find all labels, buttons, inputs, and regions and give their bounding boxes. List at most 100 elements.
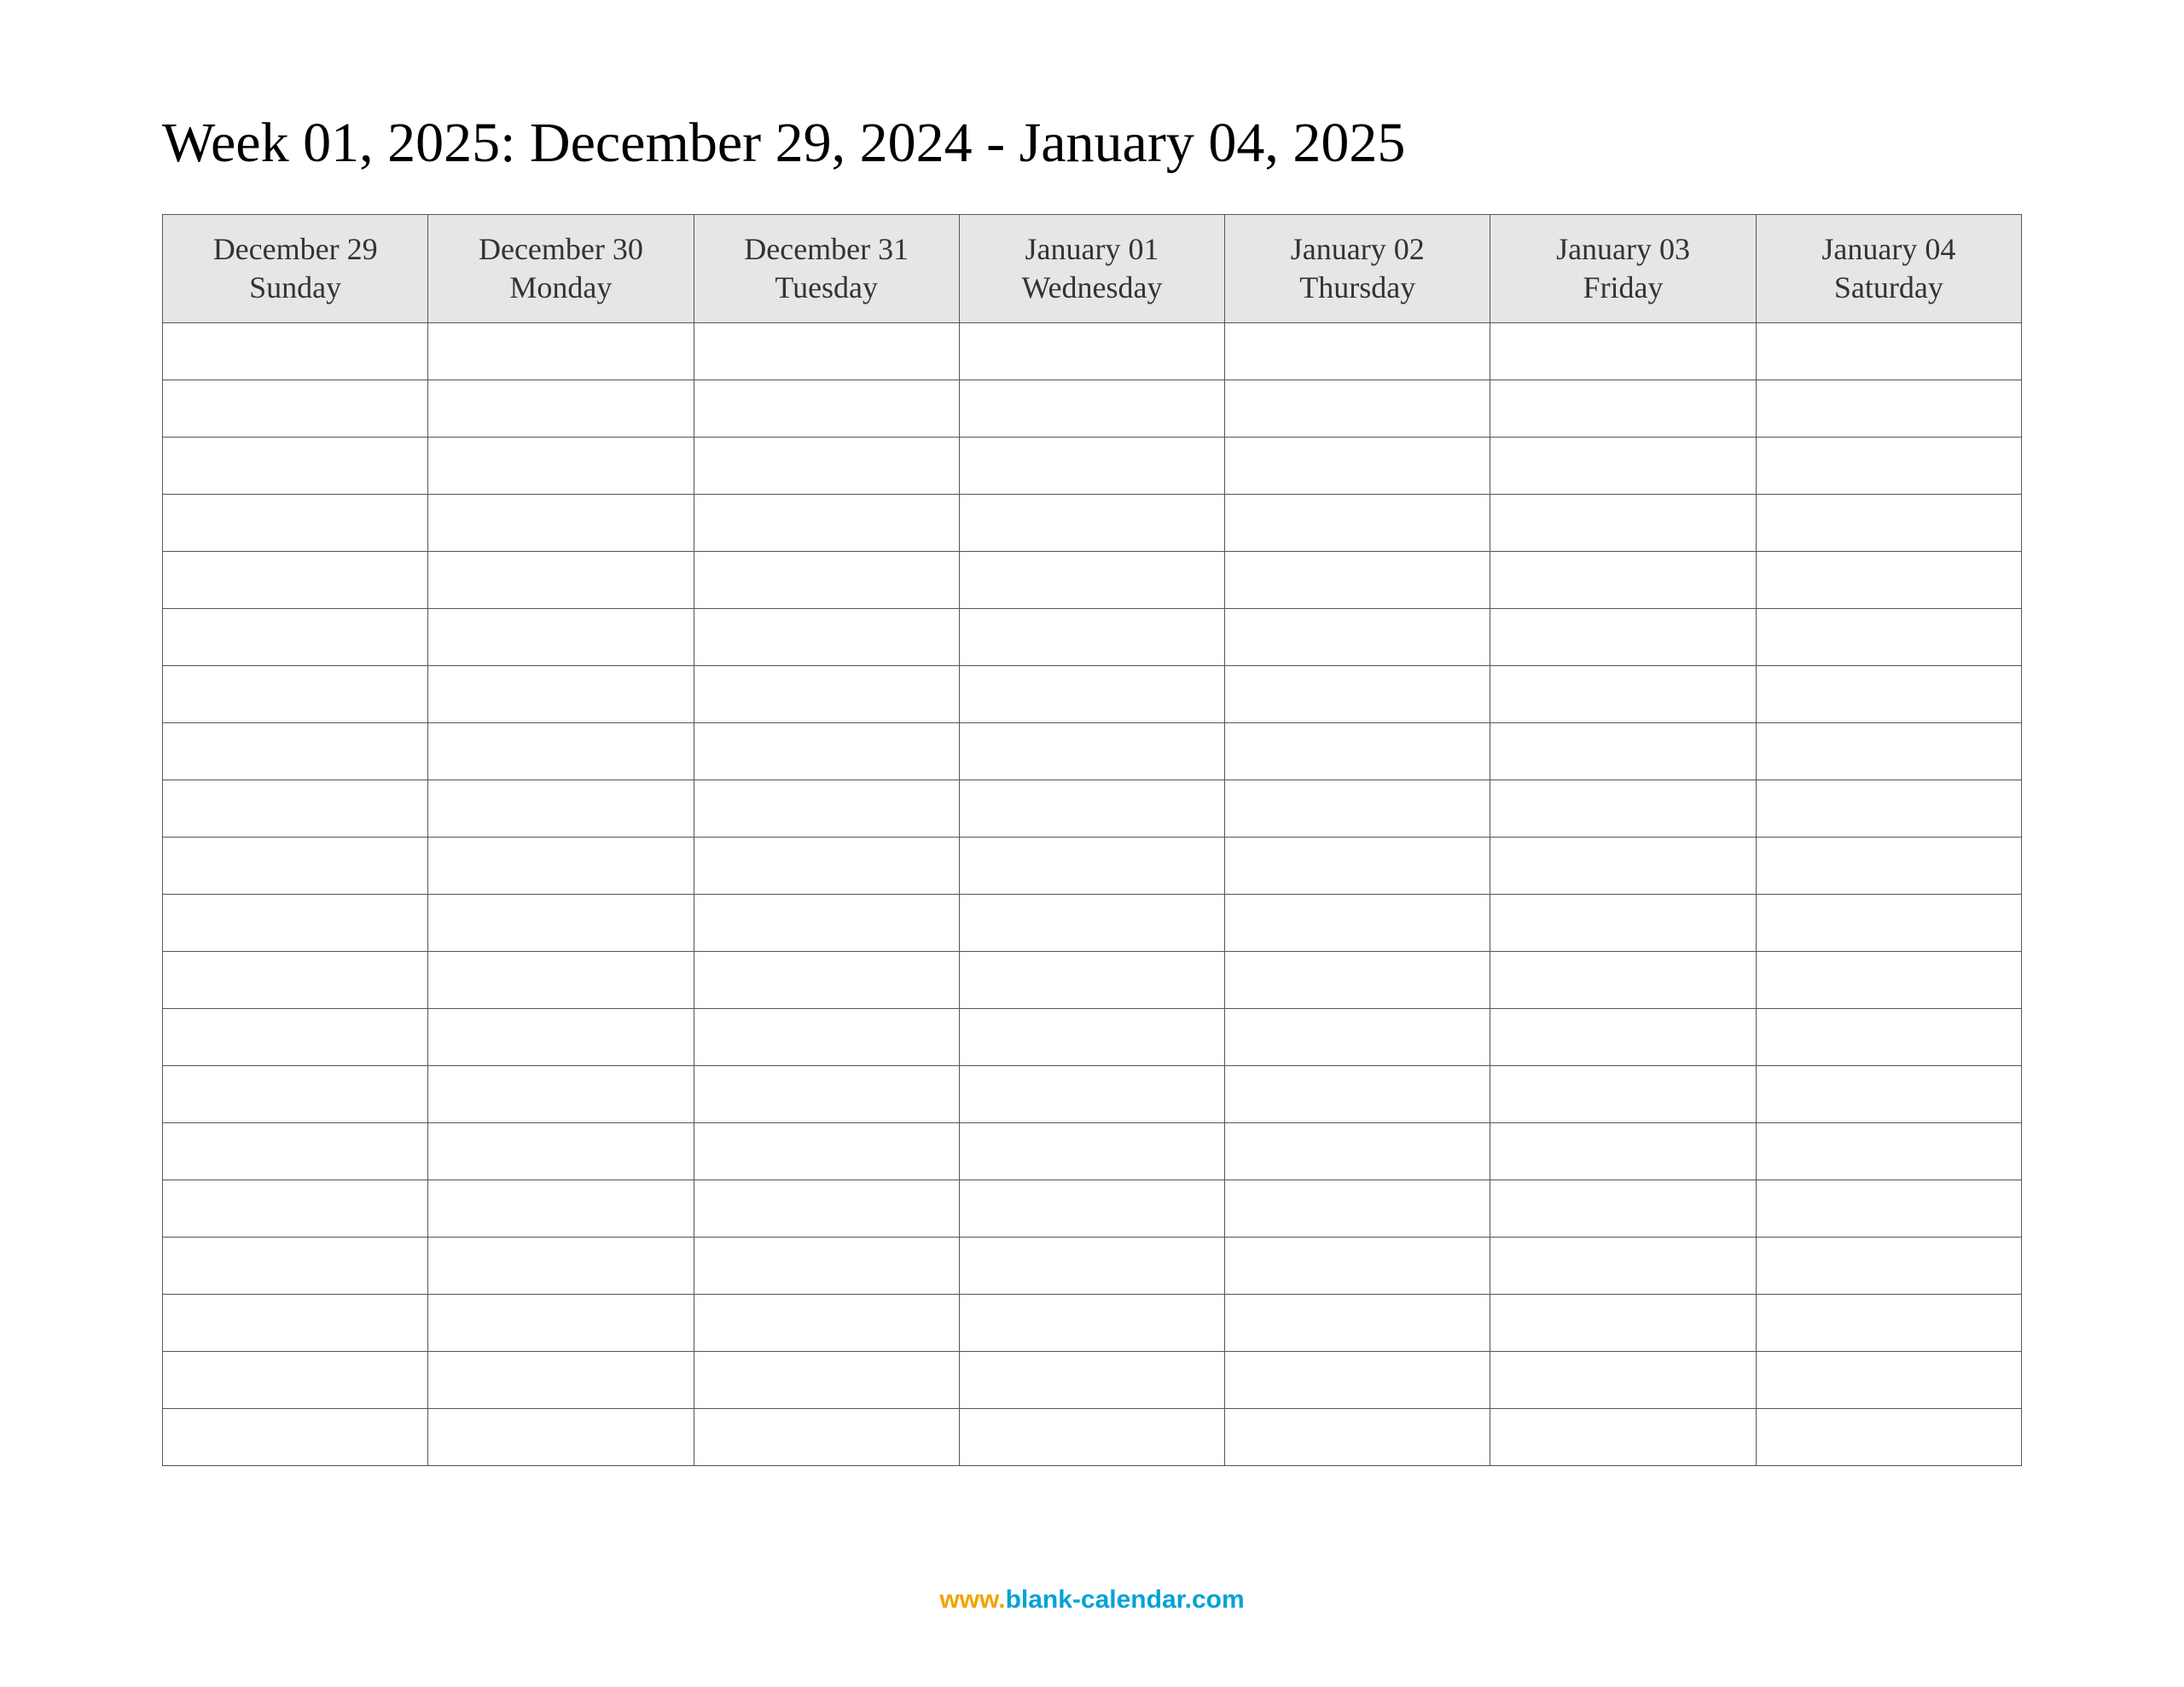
calendar-cell[interactable] — [428, 723, 694, 780]
calendar-cell[interactable] — [694, 952, 959, 1009]
calendar-cell[interactable] — [694, 495, 959, 552]
calendar-cell[interactable] — [1490, 495, 1756, 552]
calendar-cell[interactable] — [694, 1009, 959, 1066]
calendar-cell[interactable] — [428, 1238, 694, 1295]
calendar-cell[interactable] — [1225, 438, 1490, 495]
calendar-cell[interactable] — [1225, 1066, 1490, 1123]
calendar-cell[interactable] — [163, 952, 428, 1009]
calendar-cell[interactable] — [163, 1009, 428, 1066]
calendar-cell[interactable] — [1490, 1409, 1756, 1466]
calendar-cell[interactable] — [1756, 1409, 2021, 1466]
calendar-cell[interactable] — [1490, 1180, 1756, 1238]
calendar-cell[interactable] — [1490, 723, 1756, 780]
calendar-cell[interactable] — [694, 1123, 959, 1180]
calendar-cell[interactable] — [959, 1352, 1224, 1409]
calendar-cell[interactable] — [959, 1409, 1224, 1466]
calendar-cell[interactable] — [1756, 609, 2021, 666]
calendar-cell[interactable] — [1225, 1409, 1490, 1466]
calendar-cell[interactable] — [694, 1352, 959, 1409]
calendar-cell[interactable] — [163, 495, 428, 552]
calendar-cell[interactable] — [1490, 323, 1756, 380]
calendar-cell[interactable] — [1756, 438, 2021, 495]
calendar-cell[interactable] — [1756, 1352, 2021, 1409]
calendar-cell[interactable] — [694, 1295, 959, 1352]
calendar-cell[interactable] — [1225, 1180, 1490, 1238]
calendar-cell[interactable] — [428, 838, 694, 895]
calendar-cell[interactable] — [959, 1238, 1224, 1295]
calendar-cell[interactable] — [959, 495, 1224, 552]
calendar-cell[interactable] — [1225, 495, 1490, 552]
calendar-cell[interactable] — [1756, 666, 2021, 723]
calendar-cell[interactable] — [1490, 438, 1756, 495]
calendar-cell[interactable] — [163, 838, 428, 895]
calendar-cell[interactable] — [163, 438, 428, 495]
calendar-cell[interactable] — [1756, 895, 2021, 952]
calendar-cell[interactable] — [163, 1180, 428, 1238]
calendar-cell[interactable] — [959, 666, 1224, 723]
calendar-cell[interactable] — [1756, 1180, 2021, 1238]
calendar-cell[interactable] — [428, 380, 694, 438]
calendar-cell[interactable] — [694, 1066, 959, 1123]
calendar-cell[interactable] — [1756, 1238, 2021, 1295]
calendar-cell[interactable] — [428, 666, 694, 723]
calendar-cell[interactable] — [163, 380, 428, 438]
calendar-cell[interactable] — [163, 1352, 428, 1409]
calendar-cell[interactable] — [1756, 380, 2021, 438]
calendar-cell[interactable] — [694, 780, 959, 838]
calendar-cell[interactable] — [1225, 780, 1490, 838]
calendar-cell[interactable] — [1225, 609, 1490, 666]
calendar-cell[interactable] — [428, 780, 694, 838]
calendar-cell[interactable] — [163, 1295, 428, 1352]
calendar-cell[interactable] — [1225, 552, 1490, 609]
calendar-cell[interactable] — [694, 323, 959, 380]
calendar-cell[interactable] — [163, 666, 428, 723]
calendar-cell[interactable] — [1225, 1238, 1490, 1295]
calendar-cell[interactable] — [1756, 723, 2021, 780]
calendar-cell[interactable] — [1225, 380, 1490, 438]
calendar-cell[interactable] — [959, 895, 1224, 952]
calendar-cell[interactable] — [1756, 838, 2021, 895]
calendar-cell[interactable] — [1756, 1295, 2021, 1352]
calendar-cell[interactable] — [959, 1066, 1224, 1123]
calendar-cell[interactable] — [1490, 609, 1756, 666]
calendar-cell[interactable] — [1490, 1066, 1756, 1123]
calendar-cell[interactable] — [1490, 666, 1756, 723]
calendar-cell[interactable] — [1756, 1123, 2021, 1180]
calendar-cell[interactable] — [428, 1123, 694, 1180]
calendar-cell[interactable] — [428, 1352, 694, 1409]
calendar-cell[interactable] — [163, 323, 428, 380]
calendar-cell[interactable] — [959, 438, 1224, 495]
calendar-cell[interactable] — [1225, 838, 1490, 895]
calendar-cell[interactable] — [959, 1295, 1224, 1352]
calendar-cell[interactable] — [1225, 952, 1490, 1009]
calendar-cell[interactable] — [694, 438, 959, 495]
calendar-cell[interactable] — [1756, 323, 2021, 380]
calendar-cell[interactable] — [163, 895, 428, 952]
calendar-cell[interactable] — [959, 723, 1224, 780]
calendar-cell[interactable] — [1225, 323, 1490, 380]
calendar-cell[interactable] — [1490, 1352, 1756, 1409]
calendar-cell[interactable] — [694, 723, 959, 780]
calendar-cell[interactable] — [163, 609, 428, 666]
calendar-cell[interactable] — [694, 895, 959, 952]
calendar-cell[interactable] — [1225, 666, 1490, 723]
calendar-cell[interactable] — [959, 552, 1224, 609]
calendar-cell[interactable] — [428, 438, 694, 495]
calendar-cell[interactable] — [1225, 1123, 1490, 1180]
calendar-cell[interactable] — [959, 609, 1224, 666]
calendar-cell[interactable] — [694, 380, 959, 438]
calendar-cell[interactable] — [428, 323, 694, 380]
calendar-cell[interactable] — [163, 780, 428, 838]
calendar-cell[interactable] — [163, 1409, 428, 1466]
calendar-cell[interactable] — [959, 838, 1224, 895]
calendar-cell[interactable] — [1490, 1009, 1756, 1066]
calendar-cell[interactable] — [163, 1066, 428, 1123]
calendar-cell[interactable] — [163, 723, 428, 780]
calendar-cell[interactable] — [1490, 552, 1756, 609]
calendar-cell[interactable] — [428, 495, 694, 552]
calendar-cell[interactable] — [1756, 780, 2021, 838]
calendar-cell[interactable] — [1756, 1066, 2021, 1123]
calendar-cell[interactable] — [428, 1009, 694, 1066]
calendar-cell[interactable] — [694, 838, 959, 895]
calendar-cell[interactable] — [428, 1409, 694, 1466]
